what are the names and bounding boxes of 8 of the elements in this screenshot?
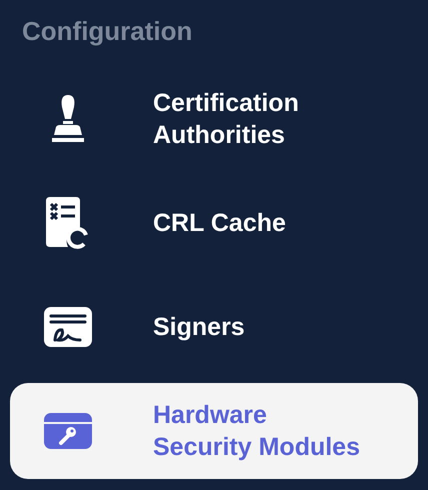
signature-card-icon xyxy=(44,307,92,347)
nav-item[interactable]: CRL Cache xyxy=(10,175,418,271)
nav-item[interactable]: Hardware Security Modules xyxy=(10,383,418,479)
key-card-icon xyxy=(44,413,92,449)
section-title: Configuration xyxy=(22,16,194,47)
nav-item[interactable]: Certification Authorities xyxy=(10,71,418,167)
nav-item[interactable]: Signers xyxy=(10,279,418,375)
checklist-icon xyxy=(46,197,90,249)
